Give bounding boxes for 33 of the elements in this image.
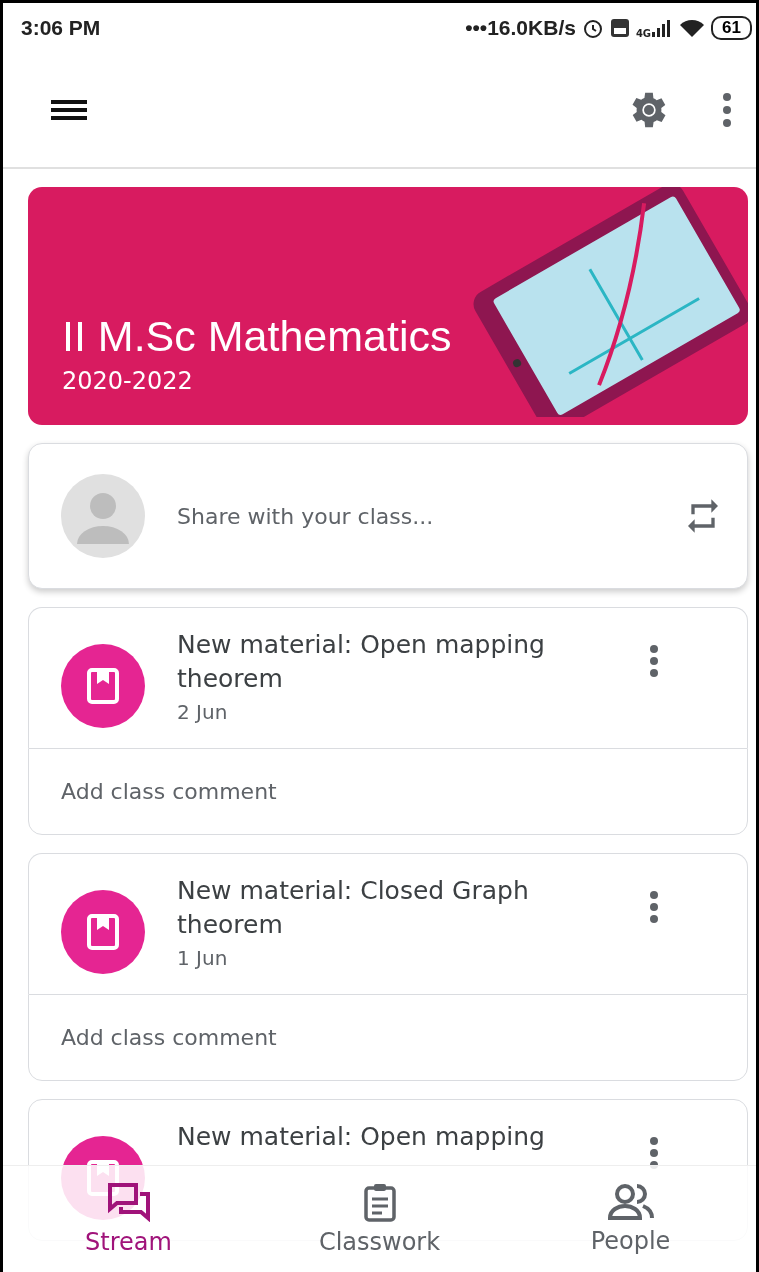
post-title[interactable]: New material: Open mapping theorem bbox=[177, 628, 617, 696]
more-vertical-icon bbox=[722, 92, 732, 128]
post-title[interactable]: New material: Open mapping bbox=[177, 1120, 617, 1154]
status-time: 3:06 PM bbox=[21, 16, 101, 40]
material-icon bbox=[61, 890, 145, 974]
class-comment-field[interactable]: Add class comment bbox=[28, 748, 748, 835]
more-vertical-icon bbox=[649, 644, 659, 678]
class-years: 2020-2022 bbox=[62, 367, 194, 395]
post-options-button[interactable] bbox=[649, 644, 659, 678]
post-date: 2 Jun bbox=[177, 700, 229, 724]
volte-icon bbox=[609, 18, 630, 38]
network-speed: •••16.0KB/s bbox=[465, 16, 576, 40]
network-type-label: 4G bbox=[635, 28, 652, 39]
nav-tab[interactable]: Stream bbox=[3, 1166, 254, 1272]
nav-tab[interactable]: Classwork bbox=[254, 1166, 505, 1272]
more-vertical-icon bbox=[649, 890, 659, 924]
wifi-icon bbox=[679, 18, 706, 38]
menu-button[interactable] bbox=[51, 98, 87, 122]
chat-bubbles-icon bbox=[106, 1182, 151, 1222]
menu-icon bbox=[51, 98, 87, 122]
alarm-clock-icon bbox=[581, 17, 604, 39]
material-icon bbox=[61, 644, 145, 728]
people-icon bbox=[606, 1183, 655, 1221]
post-date: 1 Jun bbox=[177, 946, 229, 970]
clipboard-icon bbox=[362, 1182, 397, 1222]
post-title[interactable]: New material: Closed Graph theorem bbox=[177, 874, 617, 942]
post-options-button[interactable] bbox=[649, 890, 659, 924]
battery-level: 61 bbox=[711, 16, 752, 40]
avatar-icon bbox=[61, 474, 145, 558]
class-title: II M.Sc Mathematics bbox=[62, 312, 452, 361]
nav-tab[interactable]: People bbox=[505, 1166, 756, 1272]
more-options-button[interactable] bbox=[722, 92, 732, 128]
class-comment-field[interactable]: Add class comment bbox=[28, 994, 748, 1081]
